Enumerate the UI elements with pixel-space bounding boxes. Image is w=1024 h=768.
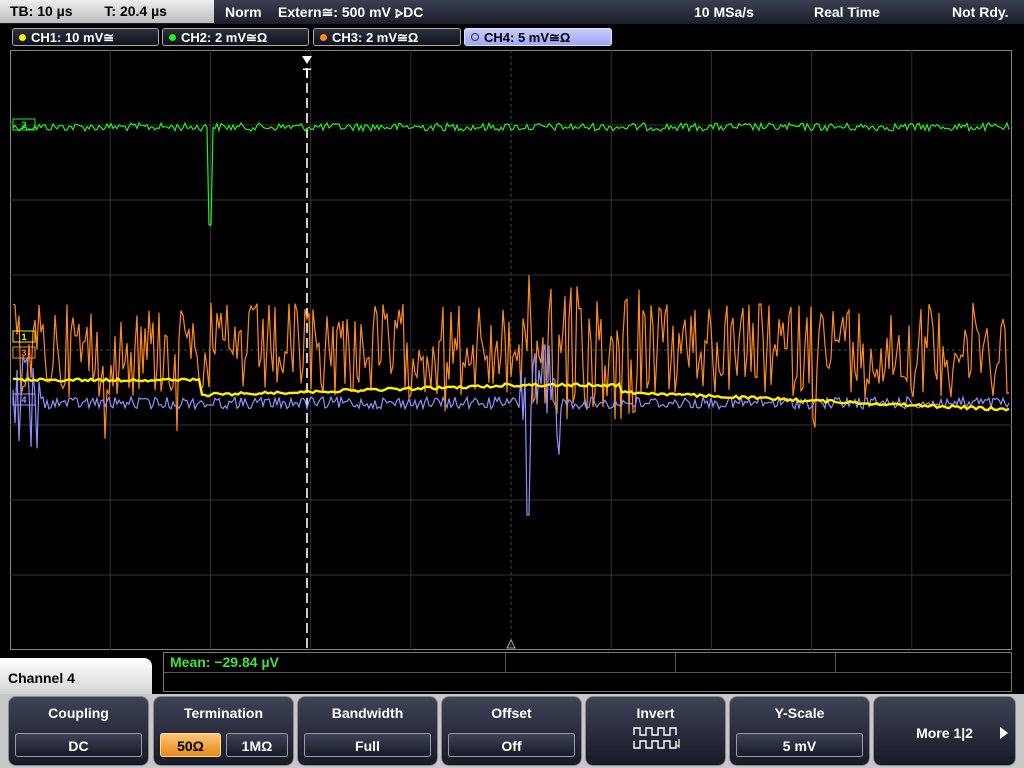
meas-divider — [164, 672, 1011, 673]
bandwidth-title: Bandwidth — [331, 705, 404, 721]
ch1-marker-label: 1 — [21, 332, 26, 342]
meas-cell — [675, 653, 836, 672]
more-arrow-icon — [1000, 727, 1008, 739]
ch4-marker-label: 4 — [21, 395, 26, 405]
measurement-bar[interactable]: Mean: −29.84 µV — [163, 652, 1012, 692]
coupling-softkey[interactable]: Coupling DC — [8, 696, 149, 766]
termination-title: Termination — [183, 705, 264, 721]
termination-softkey[interactable]: Termination 50Ω 1MΩ — [153, 696, 294, 766]
yscale-value[interactable]: 5 mV — [736, 733, 863, 757]
yscale-softkey[interactable]: Y-Scale 5 mV — [729, 696, 870, 766]
coupling-value[interactable]: DC — [15, 733, 142, 757]
offset-value[interactable]: Off — [448, 733, 575, 757]
waveform-display: T 2 1 3 4 — [10, 50, 1012, 650]
meas-cell — [835, 653, 1011, 672]
yscale-title: Y-Scale — [774, 705, 825, 721]
invert-title: Invert — [636, 705, 675, 721]
softkey-bar: Coupling DC Termination 50Ω 1MΩ Bandwidt… — [0, 694, 1024, 768]
more-softkey[interactable]: More 1|2 — [873, 696, 1016, 766]
more-label: More 1|2 — [916, 725, 973, 741]
termination-50ohm-button[interactable]: 50Ω — [160, 733, 221, 757]
bandwidth-value[interactable]: Full — [304, 733, 431, 757]
ch2-marker-label: 2 — [21, 120, 26, 130]
mean-measurement: Mean: −29.84 µV — [170, 654, 279, 670]
ch3-marker-label: 3 — [21, 348, 26, 358]
meas-cell — [505, 653, 676, 672]
invert-waveform-icon — [633, 727, 680, 749]
trigger-marker: T — [303, 65, 312, 81]
bandwidth-softkey[interactable]: Bandwidth Full — [297, 696, 438, 766]
coupling-title: Coupling — [48, 705, 109, 721]
termination-1mohm-button[interactable]: 1MΩ — [226, 733, 288, 757]
menu-title: Channel 4 — [0, 658, 152, 698]
offset-softkey[interactable]: Offset Off — [441, 696, 582, 766]
offset-title: Offset — [491, 705, 532, 721]
invert-softkey[interactable]: Invert — [585, 696, 726, 766]
ch2-trace — [12, 121, 1010, 226]
